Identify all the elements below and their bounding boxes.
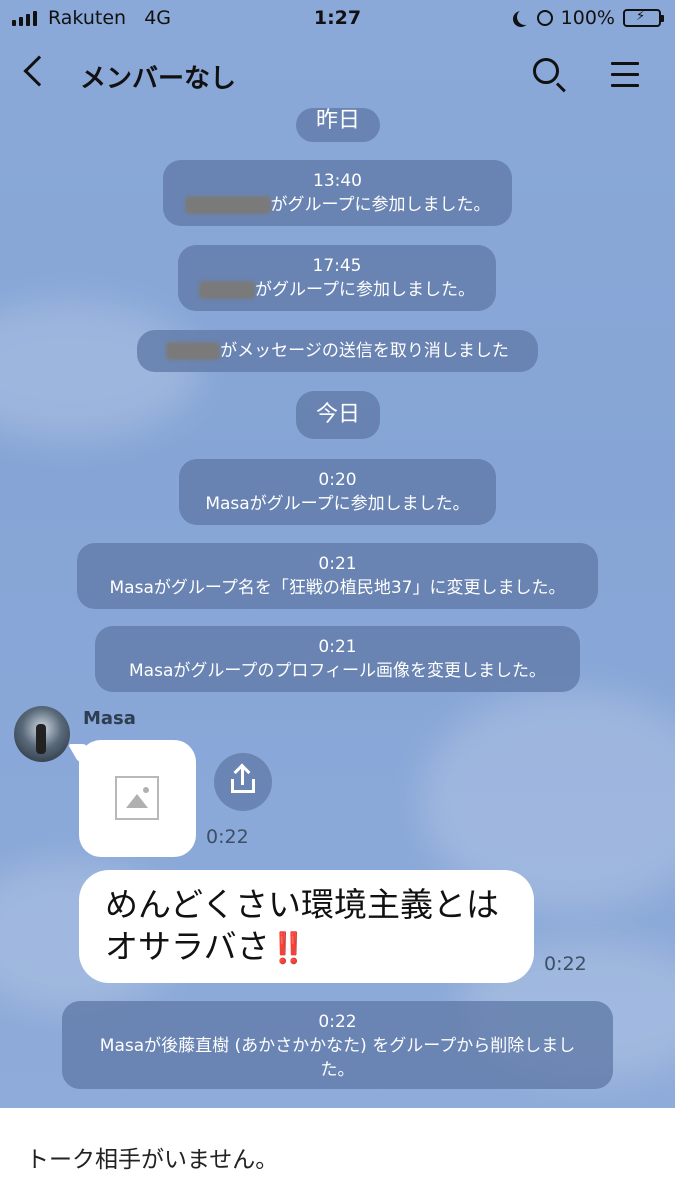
sender-name: Masa: [83, 708, 136, 729]
system-message-time: 0:21: [318, 637, 357, 657]
system-message: 0:22 Masaが後藤直樹 (あかさかかなた) をグループから削除しまし た。: [62, 1001, 613, 1089]
chat-title: メンバーなし: [80, 64, 237, 94]
battery-icon: ⚡: [623, 9, 664, 27]
system-message: 13:40 がグループに参加しました。: [163, 160, 512, 226]
share-icon[interactable]: [214, 753, 272, 811]
system-message: 0:21 Masaがグループのプロフィール画像を変更しました。: [95, 626, 580, 692]
system-message-text: がグループに参加しました。: [255, 280, 475, 300]
message-text-line1: めんどくさい環境主義とは: [105, 885, 500, 924]
system-message-time: 13:40: [313, 171, 362, 191]
system-message-text: Masaがグループに参加しました。: [205, 494, 470, 514]
back-arrow-icon[interactable]: [23, 55, 55, 87]
text-message[interactable]: めんどくさい環境主義とは オサラバさ‼️: [79, 870, 534, 983]
system-message: がメッセージの送信を取り消しました: [137, 330, 538, 372]
system-message: 0:21 Masaがグループ名を「狂戦の植民地37」に変更しました。: [77, 543, 598, 609]
do-not-disturb-icon: [517, 9, 533, 25]
date-separator-today: 今日: [296, 391, 380, 439]
system-message: 0:20 Masaがグループに参加しました。: [179, 459, 496, 525]
system-message-text: がメッセージの送信を取り消しました: [220, 341, 509, 361]
system-message: 17:45 がグループに参加しました。: [178, 245, 496, 311]
system-message-text: Masaがグループのプロフィール画像を変更しました。: [129, 661, 546, 681]
avatar[interactable]: [14, 706, 70, 762]
system-message-text: た。: [320, 1060, 355, 1080]
double-exclamation-emoji: ‼️: [269, 931, 307, 966]
image-placeholder-icon: [115, 776, 159, 820]
image-message[interactable]: [79, 740, 196, 857]
system-message-time: 0:22: [318, 1012, 357, 1032]
system-message-time: 0:21: [318, 554, 357, 574]
menu-icon[interactable]: [611, 62, 639, 95]
message-text-line2: オサラバさ: [105, 927, 270, 966]
system-message-text: Masaがグループ名を「狂戦の植民地37」に変更しました。: [109, 578, 566, 598]
date-separator-yesterday: 昨日: [296, 108, 380, 142]
chat-header: メンバーなし: [0, 44, 675, 106]
message-timestamp: 0:22: [206, 826, 249, 848]
system-message-text: Masaが後藤直樹 (あかさかかなた) をグループから削除しまし: [99, 1036, 576, 1056]
system-message-time: 0:20: [318, 470, 357, 490]
message-timestamp: 0:22: [544, 953, 587, 975]
alarm-icon: [536, 10, 553, 26]
no-members-footer: トーク相手がいません。: [0, 1108, 675, 1200]
system-message-time: 17:45: [312, 256, 362, 276]
battery-percent: 100%: [560, 7, 615, 29]
search-icon[interactable]: [533, 58, 559, 84]
system-message-text: がグループに参加しました。: [270, 195, 491, 215]
status-bar: Rakuten 4G 1:27 100% ⚡: [0, 0, 675, 38]
no-members-notice: トーク相手がいません。: [26, 1147, 279, 1173]
